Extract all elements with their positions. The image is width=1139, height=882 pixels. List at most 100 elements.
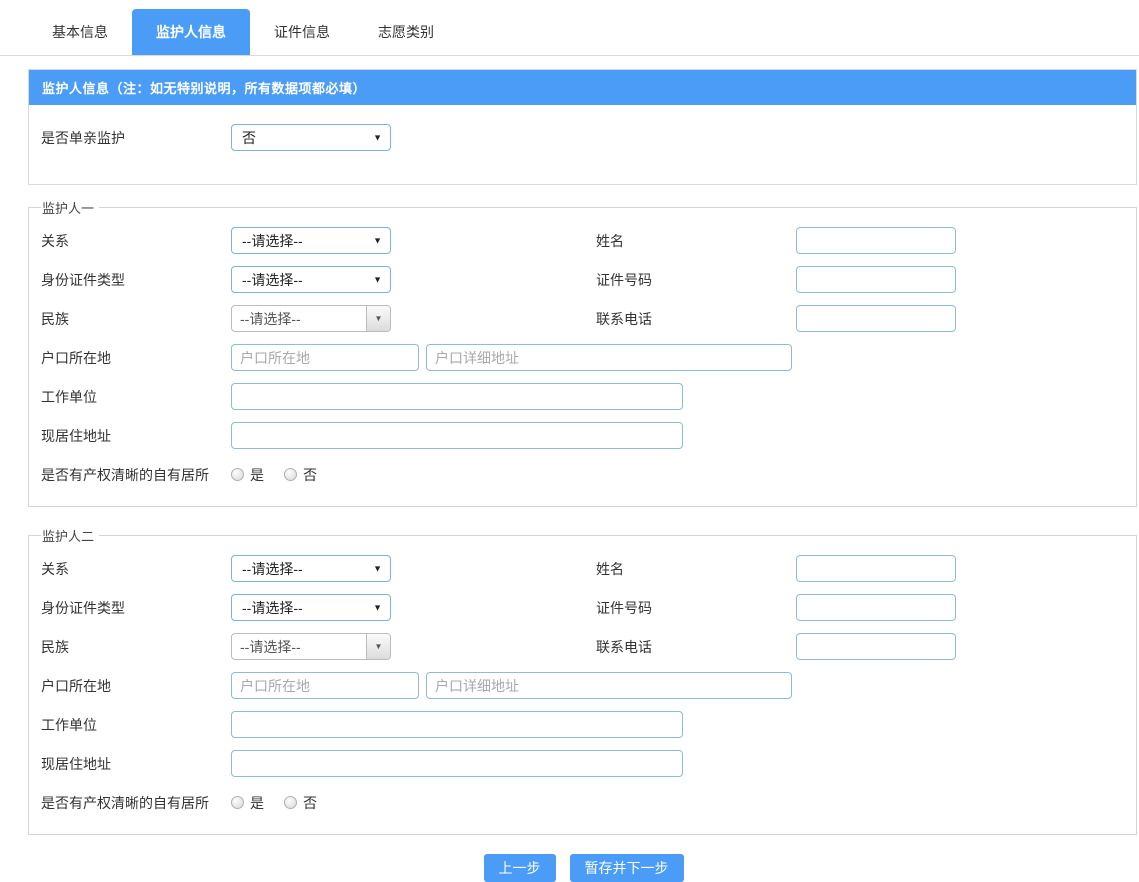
- g2-idnumber-label: 证件号码: [596, 598, 796, 618]
- g1-residence-label: 是否有产权清晰的自有居所: [41, 465, 231, 485]
- g2-workunit-row: 工作单位: [41, 711, 1136, 738]
- g1-ethnicity-combobox-value: --请选择--: [232, 306, 366, 331]
- guardian1-legend: 监护人一: [41, 198, 99, 217]
- g1-residence-row: 是否有产权清晰的自有居所 是 否: [41, 461, 1136, 488]
- single-parent-select-value: 否: [242, 128, 256, 148]
- g1-hukou-label: 户口所在地: [41, 348, 231, 368]
- g2-ethnicity-row: 民族 --请选择-- ▼ 联系电话: [41, 633, 1136, 660]
- g1-residence-no-radio[interactable]: [284, 468, 297, 481]
- guardian2-fieldset: 监护人二 关系 --请选择-- ▼ 姓名 身份证件类型 --请选择-- ▼ 证件…: [28, 526, 1137, 835]
- g2-residence-label: 是否有产权清晰的自有居所: [41, 793, 231, 813]
- g1-residence-yes-radio[interactable]: [231, 468, 244, 481]
- g2-idtype-select[interactable]: --请选择-- ▼: [231, 594, 391, 621]
- chevron-down-icon: ▼: [373, 133, 382, 142]
- tab-basic-info[interactable]: 基本信息: [28, 9, 132, 55]
- tab-bar: 基本信息 监护人信息 证件信息 志愿类别: [0, 0, 1139, 56]
- previous-step-button[interactable]: 上一步: [484, 854, 556, 882]
- g2-idnumber-input[interactable]: [796, 594, 956, 621]
- g1-hukou-location-input[interactable]: [231, 344, 419, 371]
- g1-workunit-row: 工作单位: [41, 383, 1136, 410]
- chevron-down-icon: ▼: [373, 564, 382, 573]
- g2-residence-radios: 是 否: [231, 793, 337, 813]
- g2-phone-label: 联系电话: [596, 637, 796, 657]
- g1-workunit-input[interactable]: [231, 383, 683, 410]
- g1-relation-label: 关系: [41, 231, 231, 251]
- g2-phone-input[interactable]: [796, 633, 956, 660]
- g2-idtype-select-value: --请选择--: [242, 598, 303, 618]
- g1-relation-row: 关系 --请选择-- ▼ 姓名: [41, 227, 1136, 254]
- g1-address-row: 现居住地址: [41, 422, 1136, 449]
- g2-workunit-input[interactable]: [231, 711, 683, 738]
- g1-hukou-detail-input[interactable]: [426, 344, 792, 371]
- g1-relation-select-value: --请选择--: [242, 231, 303, 251]
- single-parent-row: 是否单亲监护 否 ▼: [41, 124, 1136, 151]
- g2-hukou-row: 户口所在地: [41, 672, 1136, 699]
- tab-label: 基本信息: [52, 22, 108, 42]
- g1-ethnicity-label: 民族: [41, 309, 231, 329]
- g1-address-label: 现居住地址: [41, 426, 231, 446]
- guardian1-fieldset: 监护人一 关系 --请选择-- ▼ 姓名 身份证件类型 --请选择-- ▼ 证件…: [28, 198, 1137, 507]
- guardian2-legend: 监护人二: [41, 526, 99, 545]
- g2-ethnicity-combobox[interactable]: --请选择-- ▼: [231, 633, 391, 660]
- g2-name-input[interactable]: [796, 555, 956, 582]
- panel-body: 是否单亲监护 否 ▼: [29, 105, 1136, 184]
- g1-name-input[interactable]: [796, 227, 956, 254]
- g2-relation-row: 关系 --请选择-- ▼ 姓名: [41, 555, 1136, 582]
- g1-address-input[interactable]: [231, 422, 683, 449]
- g1-phone-input[interactable]: [796, 305, 956, 332]
- chevron-down-icon: ▼: [373, 236, 382, 245]
- g2-name-label: 姓名: [596, 559, 796, 579]
- g1-residence-yes-label: 是: [250, 465, 264, 485]
- g1-idtype-select-value: --请选择--: [242, 270, 303, 290]
- chevron-down-icon: ▼: [373, 603, 382, 612]
- g1-idnumber-label: 证件号码: [596, 270, 796, 290]
- g2-address-label: 现居住地址: [41, 754, 231, 774]
- g2-hukou-label: 户口所在地: [41, 676, 231, 696]
- single-parent-select[interactable]: 否 ▼: [231, 124, 391, 151]
- g1-phone-label: 联系电话: [596, 309, 796, 329]
- tab-label: 监护人信息: [156, 22, 226, 42]
- g1-ethnicity-row: 民族 --请选择-- ▼ 联系电话: [41, 305, 1136, 332]
- g2-address-input[interactable]: [231, 750, 683, 777]
- tab-certificate-info[interactable]: 证件信息: [250, 9, 354, 55]
- g2-residence-yes-label: 是: [250, 793, 264, 813]
- single-parent-label: 是否单亲监护: [41, 128, 231, 148]
- g1-idtype-row: 身份证件类型 --请选择-- ▼ 证件号码: [41, 266, 1136, 293]
- g2-residence-no-radio[interactable]: [284, 796, 297, 809]
- tab-volunteer-category[interactable]: 志愿类别: [354, 9, 458, 55]
- g2-hukou-detail-input[interactable]: [426, 672, 792, 699]
- g2-relation-label: 关系: [41, 559, 231, 579]
- g2-relation-select[interactable]: --请选择-- ▼: [231, 555, 391, 582]
- g1-workunit-label: 工作单位: [41, 387, 231, 407]
- chevron-down-icon: ▼: [373, 275, 382, 284]
- tab-label: 证件信息: [274, 22, 330, 42]
- g1-idtype-select[interactable]: --请选择-- ▼: [231, 266, 391, 293]
- panel-title: 监护人信息（注：如无特别说明，所有数据项都必填）: [29, 70, 1136, 105]
- g2-residence-no-label: 否: [303, 793, 317, 813]
- tab-label: 志愿类别: [378, 22, 434, 42]
- save-and-next-button[interactable]: 暂存并下一步: [570, 854, 684, 882]
- g2-address-row: 现居住地址: [41, 750, 1136, 777]
- tab-guardian-info[interactable]: 监护人信息: [132, 9, 250, 55]
- g1-residence-no-label: 否: [303, 465, 317, 485]
- g2-residence-row: 是否有产权清晰的自有居所 是 否: [41, 789, 1136, 816]
- combobox-arrow-button[interactable]: ▼: [366, 306, 390, 331]
- g1-idnumber-input[interactable]: [796, 266, 956, 293]
- combobox-arrow-button[interactable]: ▼: [366, 634, 390, 659]
- form-actions: 上一步 暂存并下一步: [0, 854, 1139, 882]
- g2-residence-yes-radio[interactable]: [231, 796, 244, 809]
- g2-ethnicity-label: 民族: [41, 637, 231, 657]
- g1-name-label: 姓名: [596, 231, 796, 251]
- g1-hukou-row: 户口所在地: [41, 344, 1136, 371]
- guardian-info-panel: 监护人信息（注：如无特别说明，所有数据项都必填） 是否单亲监护 否 ▼: [28, 69, 1137, 185]
- g2-hukou-location-input[interactable]: [231, 672, 419, 699]
- g2-relation-select-value: --请选择--: [242, 559, 303, 579]
- g1-idtype-label: 身份证件类型: [41, 270, 231, 290]
- g1-relation-select[interactable]: --请选择-- ▼: [231, 227, 391, 254]
- g1-ethnicity-combobox[interactable]: --请选择-- ▼: [231, 305, 391, 332]
- g2-workunit-label: 工作单位: [41, 715, 231, 735]
- g2-ethnicity-combobox-value: --请选择--: [232, 634, 366, 659]
- g1-residence-radios: 是 否: [231, 465, 337, 485]
- g2-idtype-label: 身份证件类型: [41, 598, 231, 618]
- g2-idtype-row: 身份证件类型 --请选择-- ▼ 证件号码: [41, 594, 1136, 621]
